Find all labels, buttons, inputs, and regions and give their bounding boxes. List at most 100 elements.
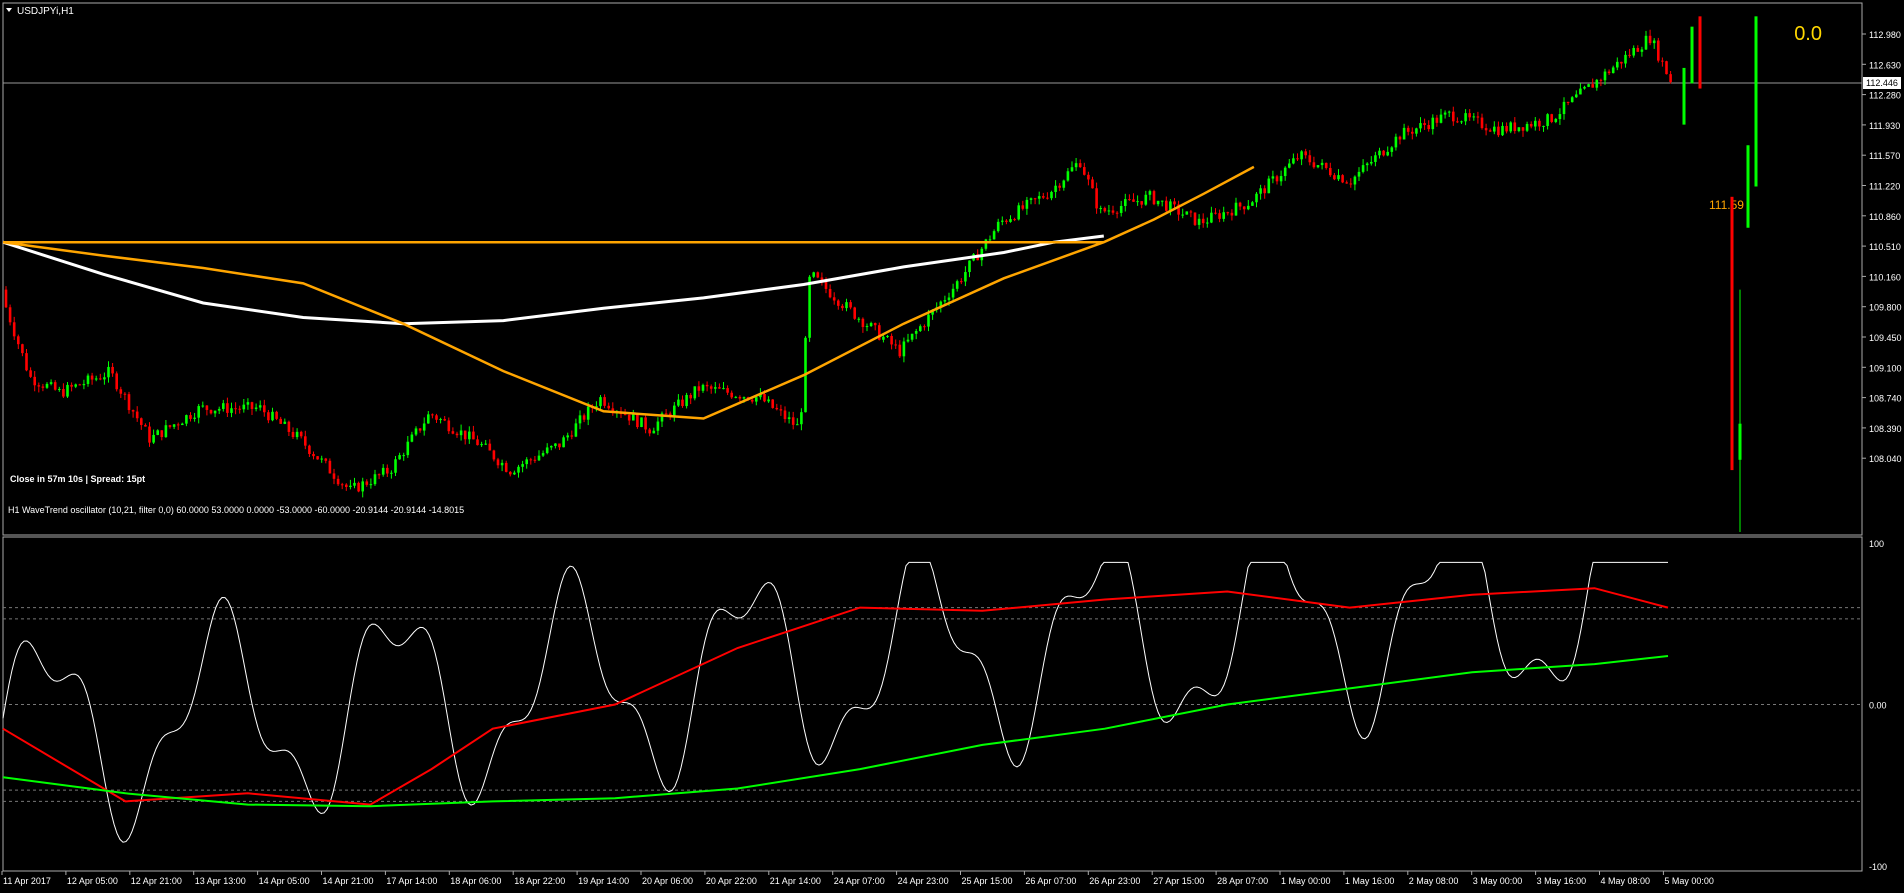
candle-body: [1365, 163, 1369, 166]
candle-body: [1476, 116, 1480, 118]
candle-body: [1095, 188, 1098, 209]
candle-body: [209, 409, 213, 414]
candle-body: [960, 281, 963, 283]
candle-body: [340, 484, 344, 486]
price-tick-label: 112.630: [1869, 60, 1901, 70]
candle-body: [1078, 163, 1082, 168]
candle-body: [968, 260, 971, 273]
price-tick-label: 108.040: [1869, 454, 1902, 464]
candle-body: [1525, 123, 1529, 131]
chevron-down-icon[interactable]: [6, 8, 12, 12]
candle-body: [1206, 222, 1209, 224]
time-tick-label: 5 May 00:00: [1664, 876, 1714, 886]
candle-body: [123, 393, 127, 395]
candle-body: [193, 417, 196, 419]
candle-body: [1132, 199, 1135, 202]
candle-body: [328, 460, 332, 474]
candle-body: [1042, 196, 1045, 198]
candle-body: [1370, 161, 1373, 164]
candle-body: [1480, 117, 1484, 129]
candle-body: [1357, 171, 1361, 177]
candle-body: [632, 413, 635, 421]
candle-body: [1136, 201, 1139, 203]
candle-body: [82, 383, 86, 386]
candle-body: [640, 417, 643, 428]
candle-body: [1046, 197, 1049, 199]
candle-body: [1087, 174, 1090, 180]
trading-chart[interactable]: USDJPYi,H1 0.0 111.59 Close in 57m 10s |…: [0, 0, 1904, 893]
candle-body: [898, 344, 902, 357]
candle-body: [1423, 123, 1426, 126]
candle-body: [812, 272, 815, 277]
candle-body: [517, 466, 520, 473]
candle-body: [17, 336, 20, 345]
candle-body: [1009, 219, 1012, 222]
candle-body: [1259, 188, 1262, 194]
candle-body: [537, 455, 541, 461]
candle-body: [562, 437, 565, 448]
candle-body: [189, 415, 192, 419]
candle-body: [919, 326, 922, 332]
candle-body: [78, 384, 82, 386]
candle-body: [414, 428, 418, 435]
candle-body: [1099, 208, 1102, 210]
candle-body: [402, 455, 405, 457]
candle-body: [1005, 220, 1008, 222]
candle-body: [1378, 150, 1381, 156]
candle-body: [1669, 74, 1672, 82]
candle-body: [406, 441, 410, 456]
candle-body: [775, 407, 779, 410]
candle-body: [181, 423, 184, 426]
candle-body: [906, 339, 910, 342]
candle-body: [476, 439, 479, 446]
candle-body: [1415, 128, 1418, 134]
candle-body: [841, 305, 844, 309]
candle-body: [1382, 150, 1385, 156]
candle-body: [1333, 175, 1336, 180]
candle-body: [734, 396, 738, 398]
current-price-label: 112.446: [1866, 78, 1898, 88]
candle-body: [525, 459, 528, 465]
candle-body: [828, 288, 832, 298]
candle-body: [1124, 199, 1127, 206]
candle-body: [1665, 61, 1668, 75]
candle-body: [787, 417, 791, 420]
candle-body: [185, 415, 188, 424]
candle-body: [1447, 111, 1451, 113]
candle-body: [472, 431, 475, 440]
candle-body: [45, 383, 49, 388]
candle-body: [1657, 40, 1660, 61]
candle-body: [1652, 40, 1656, 44]
candle-body: [890, 335, 893, 345]
candle-body: [779, 409, 783, 411]
candle-body: [1214, 212, 1217, 214]
candle-body: [1267, 178, 1271, 194]
candle-body: [197, 406, 200, 418]
candle-body: [541, 453, 545, 456]
candle-body: [1058, 185, 1061, 188]
candle-body: [1001, 220, 1004, 222]
candle-body: [1607, 71, 1611, 74]
candle-body: [131, 410, 135, 412]
candle-body: [242, 404, 246, 410]
candle-body: [312, 453, 315, 457]
candle-body: [574, 423, 578, 437]
candle-body: [656, 421, 660, 431]
candle-body: [250, 402, 254, 409]
candle-body: [1222, 212, 1225, 219]
candle-body: [1140, 201, 1143, 205]
candle-body: [1320, 162, 1324, 166]
candle-body: [914, 331, 918, 334]
candle-body: [677, 399, 680, 406]
candle-body: [201, 405, 205, 407]
candle-body: [1070, 167, 1074, 172]
candle-body: [287, 421, 291, 432]
time-tick-label: 12 Apr 05:00: [67, 876, 118, 886]
time-tick-label: 20 Apr 06:00: [642, 876, 693, 886]
candle-body: [410, 434, 414, 442]
candle-body: [791, 417, 795, 425]
candle-body: [1497, 126, 1500, 136]
candle-body: [316, 456, 319, 460]
candle-body: [1238, 202, 1242, 207]
candle-body: [377, 474, 381, 476]
